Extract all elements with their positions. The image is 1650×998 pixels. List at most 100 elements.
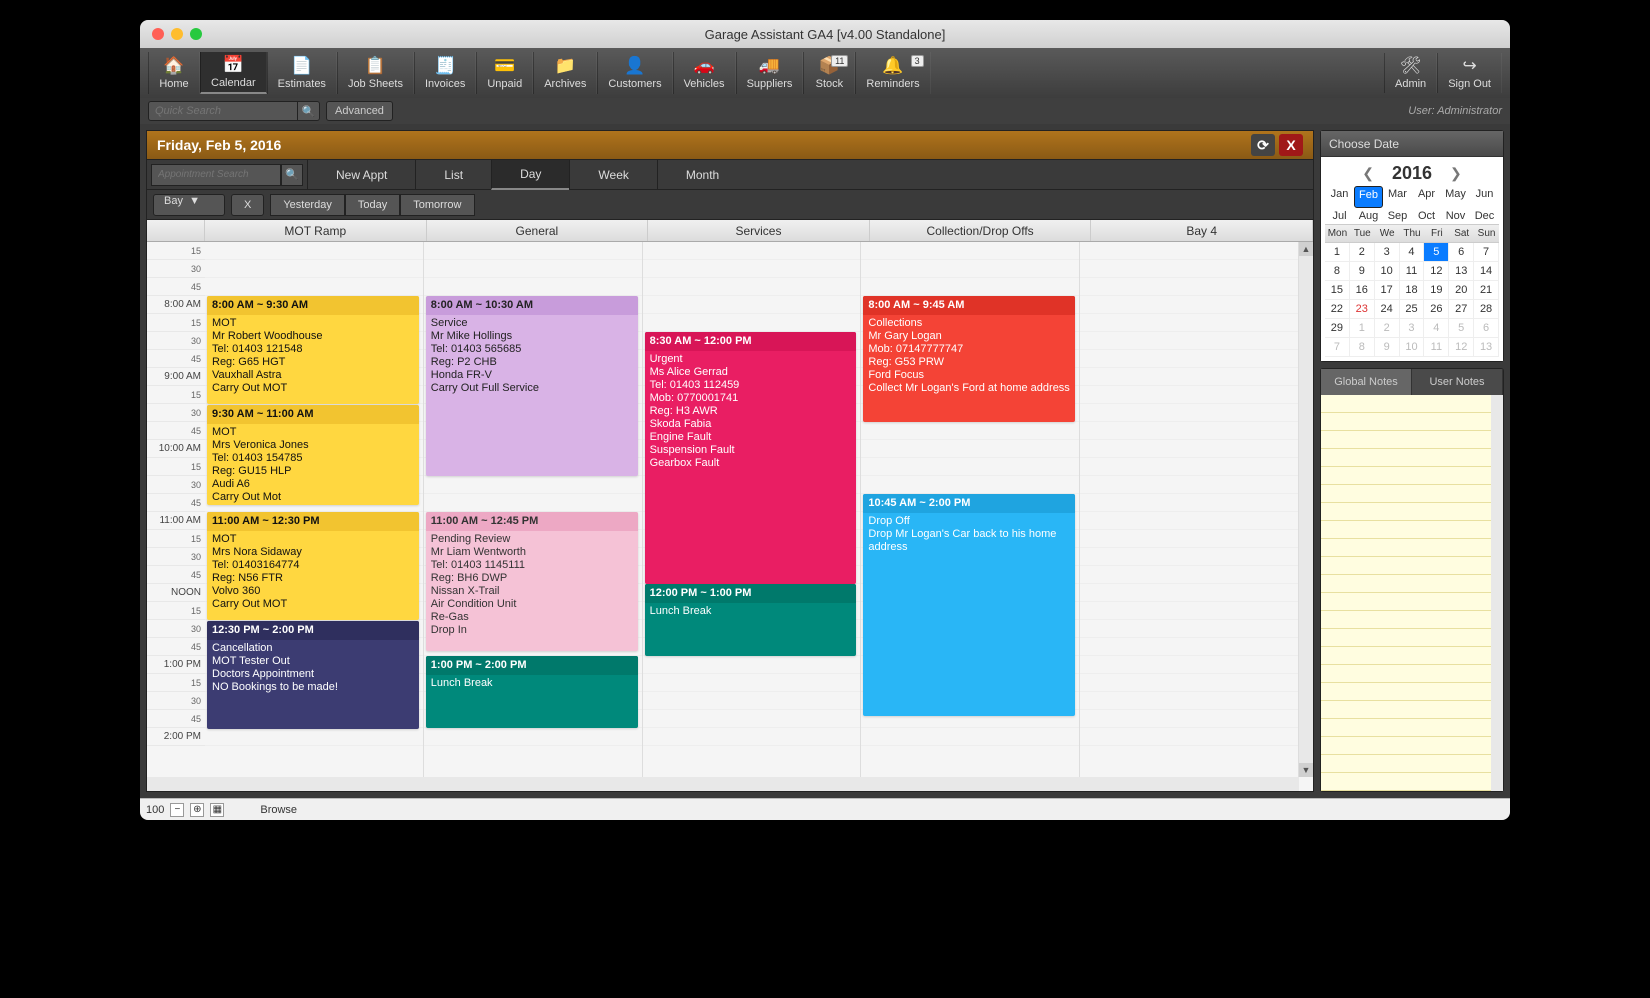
next-year-button[interactable]: ❯ xyxy=(1442,165,1470,182)
toolbar-unpaid[interactable]: 💳Unpaid xyxy=(476,52,533,94)
month-aug[interactable]: Aug xyxy=(1354,208,1383,224)
appointment[interactable]: 9:30 AM ~ 11:00 AMMOTMrs Veronica JonesT… xyxy=(207,405,419,505)
zoom-out-icon[interactable]: − xyxy=(170,803,184,817)
view-tab-list[interactable]: List xyxy=(415,160,491,190)
appointment[interactable]: 8:00 AM ~ 10:30 AMServiceMr Mike Holling… xyxy=(426,296,638,476)
day-cell[interactable]: 6 xyxy=(1449,243,1474,262)
day-cell[interactable]: 13 xyxy=(1449,262,1474,281)
month-feb[interactable]: Feb xyxy=(1354,186,1383,208)
day-cell[interactable]: 5 xyxy=(1449,319,1474,338)
zoom-fit-icon[interactable]: ⊕ xyxy=(190,803,204,817)
day-cell[interactable]: 8 xyxy=(1350,338,1375,357)
clear-bay-button[interactable]: X xyxy=(231,194,264,216)
scroll-area[interactable]: 1530458:00 AM1530459:00 AM15304510:00 AM… xyxy=(147,242,1299,777)
appointment[interactable]: 11:00 AM ~ 12:30 PMMOTMrs Nora SidawayTe… xyxy=(207,512,419,620)
day-cell[interactable]: 4 xyxy=(1424,319,1449,338)
layout-icon[interactable]: ▦ xyxy=(210,803,224,817)
day-cell[interactable]: 28 xyxy=(1474,300,1499,319)
prev-year-button[interactable]: ❮ xyxy=(1354,165,1382,182)
toolbar-suppliers[interactable]: 🚚Suppliers xyxy=(736,52,804,94)
month-sep[interactable]: Sep xyxy=(1383,208,1412,224)
day-cell[interactable]: 11 xyxy=(1424,338,1449,357)
appointment[interactable]: 12:00 PM ~ 1:00 PMLunch Break xyxy=(645,584,857,656)
toolbar-estimates[interactable]: 📄Estimates xyxy=(267,52,337,94)
day-cell[interactable]: 1 xyxy=(1325,243,1350,262)
day-cell[interactable]: 8 xyxy=(1325,262,1350,281)
vertical-scrollbar[interactable]: ▲ ▼ xyxy=(1299,242,1313,777)
notes-tab-user-notes[interactable]: User Notes xyxy=(1412,369,1503,395)
day-cell[interactable]: 17 xyxy=(1375,281,1400,300)
day-cell[interactable]: 5 xyxy=(1424,243,1449,262)
appointment-search-button[interactable]: 🔍 xyxy=(281,164,303,186)
month-jul[interactable]: Jul xyxy=(1325,208,1354,224)
day-cell[interactable]: 22 xyxy=(1325,300,1350,319)
day-cell[interactable]: 13 xyxy=(1474,338,1499,357)
nav-tomorrow[interactable]: Tomorrow xyxy=(400,194,474,216)
day-cell[interactable]: 4 xyxy=(1400,243,1425,262)
appointment[interactable]: 12:30 PM ~ 2:00 PMCancellationMOT Tester… xyxy=(207,621,419,729)
month-apr[interactable]: Apr xyxy=(1412,186,1441,208)
day-column[interactable]: 8:00 AM ~ 9:30 AMMOTMr Robert WoodhouseT… xyxy=(205,242,424,777)
day-column[interactable]: 8:30 AM ~ 12:00 PMUrgentMs Alice GerradT… xyxy=(643,242,862,777)
day-cell[interactable]: 9 xyxy=(1375,338,1400,357)
notes-scrollbar[interactable] xyxy=(1491,395,1503,791)
view-tab-new-appt[interactable]: New Appt xyxy=(307,160,415,190)
month-nov[interactable]: Nov xyxy=(1441,208,1470,224)
day-cell[interactable]: 27 xyxy=(1449,300,1474,319)
day-cell[interactable]: 24 xyxy=(1375,300,1400,319)
nav-today[interactable]: Today xyxy=(345,194,400,216)
day-cell[interactable]: 3 xyxy=(1375,243,1400,262)
view-tab-day[interactable]: Day xyxy=(491,160,569,190)
day-cell[interactable]: 12 xyxy=(1449,338,1474,357)
day-column[interactable]: 8:00 AM ~ 10:30 AMServiceMr Mike Holling… xyxy=(424,242,643,777)
toolbar-invoices[interactable]: 🧾Invoices xyxy=(414,52,476,94)
bay-select[interactable]: Bay ▼ xyxy=(153,194,225,216)
day-cell[interactable]: 16 xyxy=(1350,281,1375,300)
day-cell[interactable]: 7 xyxy=(1474,243,1499,262)
day-cell[interactable]: 26 xyxy=(1424,300,1449,319)
day-cell[interactable]: 1 xyxy=(1350,319,1375,338)
toolbar-reminders[interactable]: 🔔Reminders3 xyxy=(855,52,930,94)
advanced-button[interactable]: Advanced xyxy=(326,101,393,121)
scroll-up-icon[interactable]: ▲ xyxy=(1299,242,1313,256)
month-jan[interactable]: Jan xyxy=(1325,186,1354,208)
month-oct[interactable]: Oct xyxy=(1412,208,1441,224)
appointment[interactable]: 8:30 AM ~ 12:00 PMUrgentMs Alice GerradT… xyxy=(645,332,857,584)
quick-search-input[interactable] xyxy=(148,101,298,121)
day-cell[interactable]: 19 xyxy=(1424,281,1449,300)
day-cell[interactable]: 18 xyxy=(1400,281,1425,300)
day-column[interactable]: 8:00 AM ~ 9:45 AMCollectionsMr Gary Loga… xyxy=(861,242,1080,777)
day-cell[interactable]: 10 xyxy=(1400,338,1425,357)
day-cell[interactable]: 2 xyxy=(1375,319,1400,338)
toolbar-vehicles[interactable]: 🚗Vehicles xyxy=(673,52,736,94)
day-cell[interactable]: 6 xyxy=(1474,319,1499,338)
toolbar-home[interactable]: 🏠Home xyxy=(148,52,200,94)
appointment[interactable]: 8:00 AM ~ 9:45 AMCollectionsMr Gary Loga… xyxy=(863,296,1075,422)
toolbar-archives[interactable]: 📁Archives xyxy=(533,52,597,94)
toolbar-calendar[interactable]: 📅Calendar xyxy=(200,52,267,94)
day-column[interactable] xyxy=(1080,242,1299,777)
day-cell[interactable]: 9 xyxy=(1350,262,1375,281)
view-tab-month[interactable]: Month xyxy=(657,160,747,190)
day-cell[interactable]: 10 xyxy=(1375,262,1400,281)
toolbar-customers[interactable]: 👤Customers xyxy=(597,52,672,94)
view-tab-week[interactable]: Week xyxy=(569,160,656,190)
month-jun[interactable]: Jun xyxy=(1470,186,1499,208)
toolbar-job-sheets[interactable]: 📋Job Sheets xyxy=(337,52,414,94)
notes-area[interactable] xyxy=(1321,395,1503,791)
day-cell[interactable]: 23 xyxy=(1350,300,1375,319)
quick-search-button[interactable]: 🔍 xyxy=(298,101,320,121)
notes-tab-global-notes[interactable]: Global Notes xyxy=(1321,369,1412,395)
day-cell[interactable]: 2 xyxy=(1350,243,1375,262)
day-cell[interactable]: 20 xyxy=(1449,281,1474,300)
month-dec[interactable]: Dec xyxy=(1470,208,1499,224)
refresh-button[interactable]: ⟳ xyxy=(1251,134,1275,156)
toolbar-sign-out[interactable]: ↪Sign Out xyxy=(1437,53,1502,93)
day-cell[interactable]: 12 xyxy=(1424,262,1449,281)
appointment[interactable]: 11:00 AM ~ 12:45 PMPending ReviewMr Liam… xyxy=(426,512,638,651)
nav-yesterday[interactable]: Yesterday xyxy=(270,194,345,216)
day-cell[interactable]: 3 xyxy=(1400,319,1425,338)
appointment-search-input[interactable] xyxy=(151,164,281,186)
day-cell[interactable]: 14 xyxy=(1474,262,1499,281)
day-cell[interactable]: 7 xyxy=(1325,338,1350,357)
